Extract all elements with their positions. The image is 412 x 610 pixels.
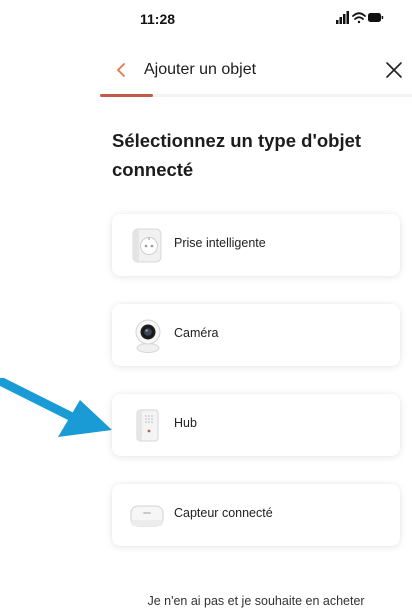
option-label: Hub <box>174 416 197 430</box>
option-label: Capteur connecté <box>174 506 273 520</box>
camera-icon <box>135 319 161 353</box>
header-title: Ajouter un objet <box>144 61 257 78</box>
option-smart-plug[interactable]: Prise intelligente <box>112 214 400 276</box>
close-icon <box>386 62 402 78</box>
status-bar: 11:28 <box>0 0 412 36</box>
close-button[interactable] <box>382 58 406 82</box>
status-time: 11:28 <box>140 11 176 27</box>
option-hub[interactable]: Hub <box>112 394 400 456</box>
status-icons <box>336 11 384 24</box>
wifi-icon <box>352 12 366 24</box>
progress-fill <box>100 94 154 97</box>
header: Ajouter un objet <box>100 50 412 100</box>
option-label: Prise intelligente <box>174 236 266 250</box>
annotation-arrow-icon <box>0 378 112 437</box>
progress-bar <box>100 94 412 97</box>
chevron-left-icon <box>117 63 125 77</box>
smart-plug-icon <box>132 228 162 263</box>
hub-icon <box>136 409 159 442</box>
option-label: Caméra <box>174 326 219 340</box>
page-title: Sélectionnez un type d'objet connecté <box>112 130 362 180</box>
option-camera[interactable]: Caméra <box>112 304 400 366</box>
sensor-icon <box>130 505 164 527</box>
battery-icon <box>368 13 384 22</box>
buy-device-link[interactable]: Je n'en ai pas et je souhaite en acheter <box>112 594 400 608</box>
option-sensor[interactable]: Capteur connecté <box>112 484 400 546</box>
back-button[interactable] <box>112 58 132 82</box>
signal-icon <box>336 11 349 24</box>
